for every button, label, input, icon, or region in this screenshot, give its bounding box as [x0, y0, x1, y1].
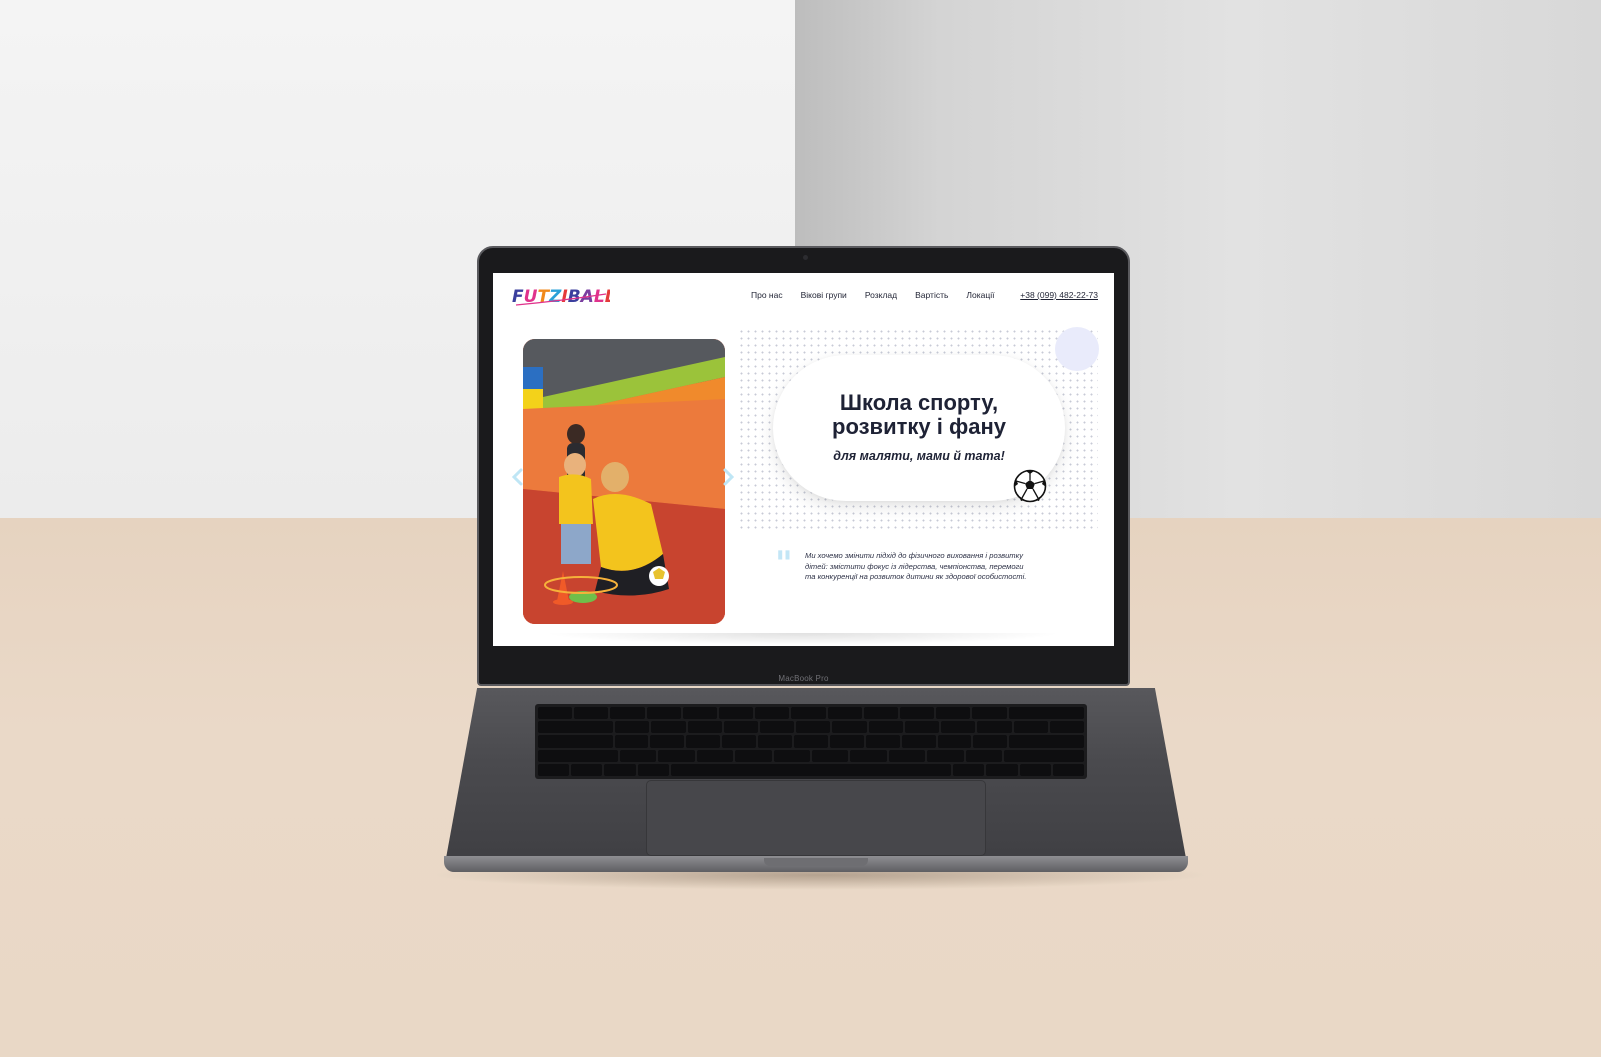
- hero-subtitle: для маляти, мами й тата!: [833, 449, 1005, 463]
- soccer-ball-icon: [1013, 469, 1047, 503]
- nav-age-groups[interactable]: Вікові групи: [801, 290, 847, 300]
- nav-pricing[interactable]: Вартість: [915, 290, 948, 300]
- phone-link[interactable]: +38 (099) 482-22-73: [1020, 290, 1098, 300]
- nav-about[interactable]: Про нас: [751, 290, 783, 300]
- slider-next-icon[interactable]: [721, 468, 735, 486]
- main-nav: Про нас Вікові групи Розклад Вартість Ло…: [751, 290, 994, 300]
- slider-prev-icon[interactable]: [511, 468, 525, 486]
- hero-title-line2: розвитку і фану: [832, 414, 1006, 439]
- decorative-circle: [1055, 327, 1099, 371]
- section-shadow: [543, 633, 1063, 645]
- nav-locations[interactable]: Локації: [966, 290, 994, 300]
- camera: [803, 255, 808, 260]
- mission-text: Ми хочемо змінити підхід до фізичного ви…: [805, 551, 1027, 581]
- quote-icon: ": [775, 544, 793, 584]
- website-screen: FUTZIBALL Про нас Вікові групи Розклад В…: [493, 273, 1114, 646]
- hero-title-line1: Школа спорту,: [839, 390, 999, 415]
- hero-photo-image: [523, 339, 725, 624]
- hero-photo: [523, 339, 725, 624]
- trackpad: [646, 780, 986, 856]
- laptop-notch: [764, 858, 868, 866]
- device-brand-label: MacBook Pro: [778, 674, 829, 683]
- site-logo[interactable]: FUTZIBALL: [510, 281, 610, 309]
- nav-schedule[interactable]: Розклад: [865, 290, 897, 300]
- hero-title: Школа спорту, розвитку і фану: [773, 391, 1065, 439]
- keyboard: [535, 704, 1087, 779]
